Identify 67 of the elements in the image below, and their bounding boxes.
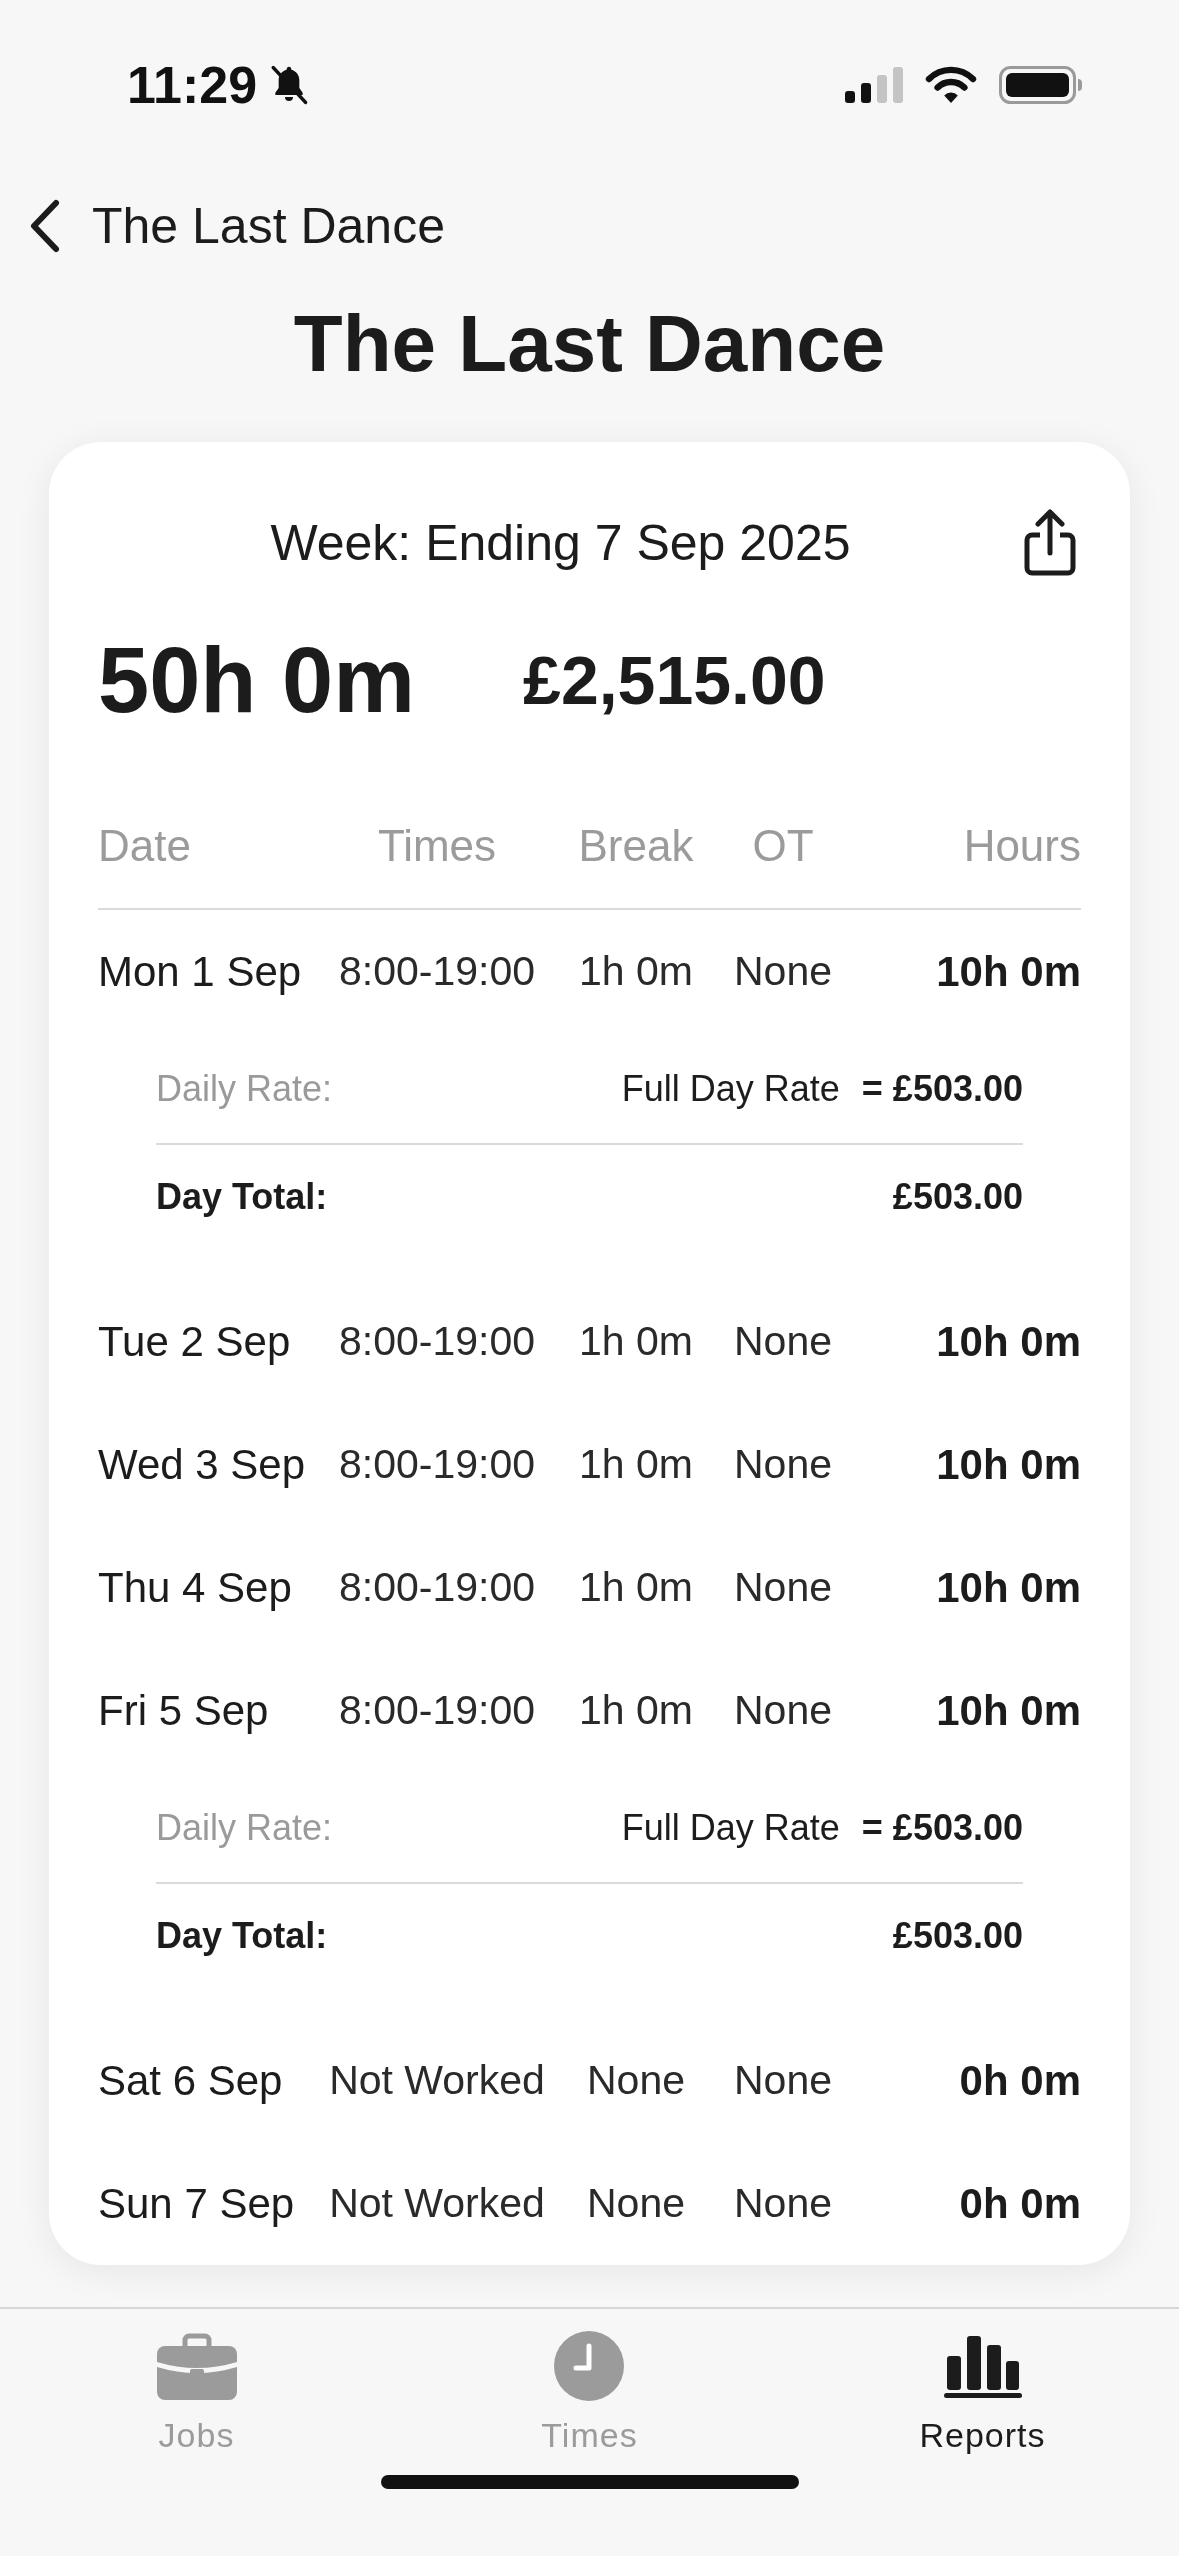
overtime-value: None [734,2183,832,2224]
day-date: Thu 4 Sep [98,1566,293,1609]
rate-amount: = £503.00 [861,1071,1023,1107]
break-time: 1h 0m [579,1444,693,1485]
work-times: 8:00-19:00 [338,1690,536,1731]
overtime-value: None [734,2060,832,2101]
briefcase-icon [156,2332,237,2400]
work-times: Not Worked [329,2183,545,2224]
bell-off-icon [269,64,310,106]
day-date: Wed 3 Sep [98,1443,307,1486]
column-header: OT [752,821,814,870]
work-times: 8:00-19:00 [338,1444,536,1485]
day-hours: 10h 0m [936,1566,1081,1609]
total-pay: £2,515.00 [523,646,826,714]
break-time: 1h 0m [579,1321,693,1362]
day-date: Sun 7 Sep [98,2182,296,2225]
back-button[interactable]: The Last Dance [28,198,445,254]
daily-rate-label: Daily Rate: [156,1071,333,1107]
column-header: Hours [963,821,1081,870]
day-date: Mon 1 Sep [98,950,303,993]
day-date: Tue 2 Sep [98,1320,292,1363]
overtime-value: None [734,1321,832,1362]
total-hours: 50h 0m [98,634,416,726]
rate-type: Full Day Rate [621,1071,840,1107]
break-time: 1h 0m [579,1690,693,1731]
day-hours: 10h 0m [936,1689,1081,1732]
share-icon [1023,509,1077,577]
page-title: The Last Dance [293,304,886,384]
tab-item[interactable]: Reports [919,2331,1046,2455]
overtime-value: None [734,951,832,992]
overtime-value: None [734,1444,832,1485]
work-times: Not Worked [329,2060,545,2101]
column-header: Break [578,821,694,870]
wifi-icon [925,66,977,104]
work-times: 8:00-19:00 [338,1567,536,1608]
day-hours: 0h 0m [959,2182,1081,2225]
day-total-label: Day Total: [156,1179,328,1215]
break-time: None [587,2060,685,2101]
column-header: Date [98,821,191,870]
day-hours: 10h 0m [936,950,1081,993]
overtime-value: None [734,1690,832,1731]
break-time: 1h 0m [579,951,693,992]
break-time: 1h 0m [579,1567,693,1608]
rate-type: Full Day Rate [621,1810,840,1846]
day-total-label: Day Total: [156,1918,328,1954]
work-times: 8:00-19:00 [338,1321,536,1362]
day-hours: 10h 0m [936,1443,1081,1486]
overtime-value: None [734,1567,832,1608]
day-total-amount: £503.00 [892,1179,1023,1215]
column-header: Times [377,821,497,870]
day-total-amount: £503.00 [892,1918,1023,1954]
week-label: Week: Ending 7 Sep 2025 [269,518,852,568]
rate-amount: = £503.00 [861,1810,1023,1846]
status-time: 11:29 [127,59,258,111]
share-button[interactable] [1023,509,1077,577]
battery-icon [999,66,1083,104]
break-time: None [587,2183,685,2224]
signal-icon [845,67,903,103]
day-date: Fri 5 Sep [98,1689,270,1732]
daily-rate-label: Daily Rate: [156,1810,333,1846]
back-chevron-icon [28,198,62,254]
clock-icon [554,2331,625,2401]
work-times: 8:00-19:00 [338,951,536,992]
day-date: Sat 6 Sep [98,2059,284,2102]
bar-chart-icon [943,2334,1022,2398]
day-hours: 0h 0m [959,2059,1081,2102]
day-hours: 10h 0m [936,1320,1081,1363]
